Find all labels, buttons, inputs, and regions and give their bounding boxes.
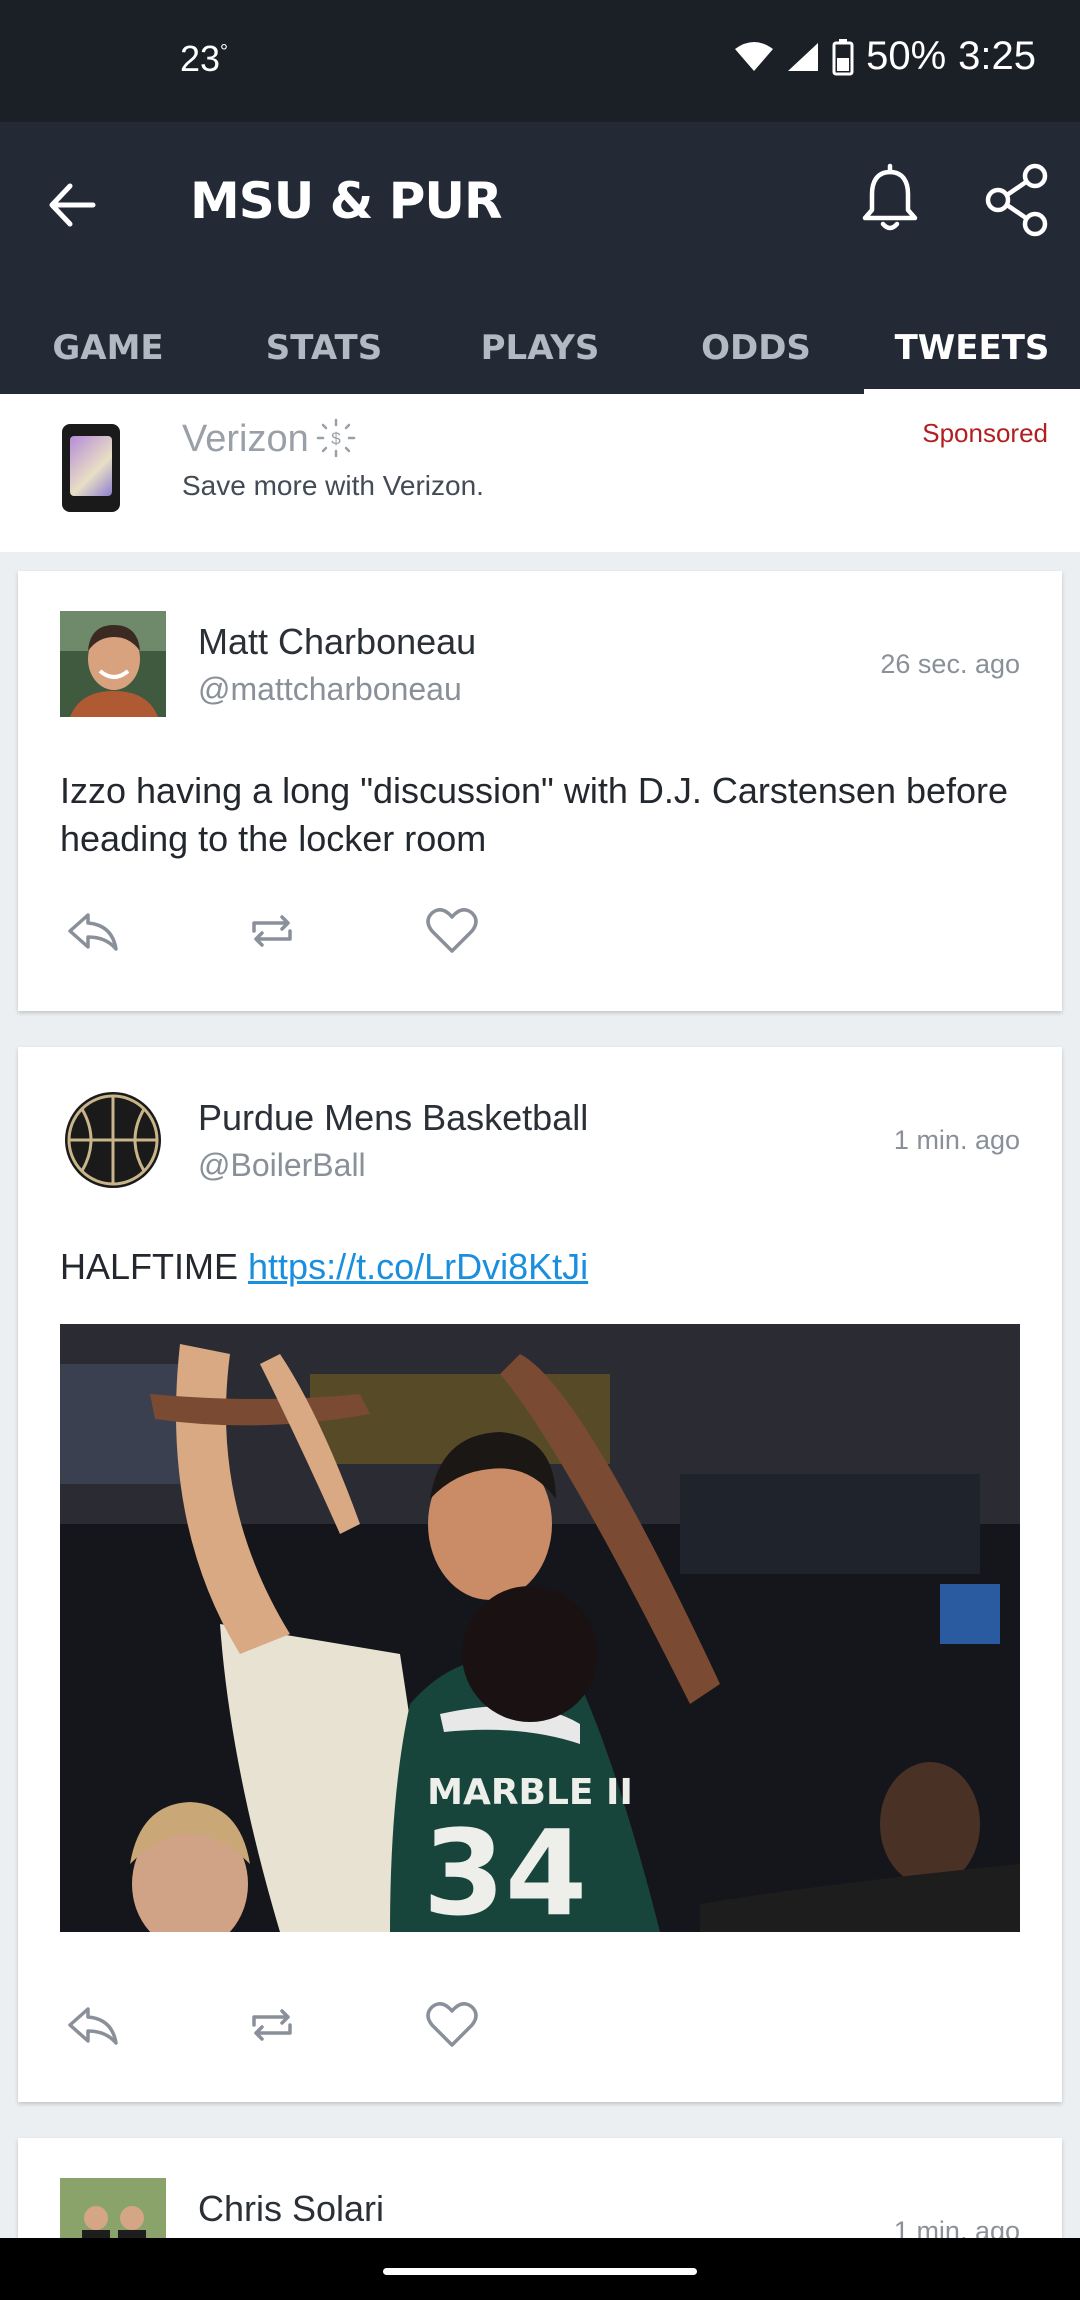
- page-title: MSU & PUR: [190, 172, 503, 230]
- like-button[interactable]: [420, 1995, 484, 2055]
- tab-stats[interactable]: STATS: [216, 302, 432, 394]
- tweet-card[interactable]: Purdue Mens Basketball @BoilerBall 1 min…: [18, 1047, 1062, 2102]
- jersey-name: MARBLE II: [427, 1772, 633, 1813]
- tab-bar: GAME STATS PLAYS ODDS TWEETS: [0, 302, 1080, 394]
- heart-icon: [426, 2002, 478, 2047]
- tweet-media-image[interactable]: 34 MARBLE II: [60, 1324, 1020, 1932]
- like-button[interactable]: [420, 901, 484, 961]
- tweet-card[interactable]: Matt Charboneau @mattcharboneau 26 sec. …: [18, 571, 1062, 1011]
- avatar[interactable]: [60, 611, 166, 717]
- tweet-timestamp: 1 min. ago: [893, 1125, 1020, 1155]
- tweet-timestamp: 26 sec. ago: [880, 649, 1020, 679]
- status-icons: 50% 3:25: [734, 34, 1036, 79]
- ad-description: Save more with Verizon.: [182, 470, 484, 501]
- tab-plays[interactable]: PLAYS: [432, 302, 648, 394]
- retweet-button[interactable]: [240, 901, 304, 961]
- jersey-number: 34: [423, 1804, 587, 1932]
- ad-phone-image: [62, 424, 120, 512]
- bell-icon: [862, 163, 918, 231]
- battery-percent: 50%: [866, 34, 947, 78]
- reply-icon: [68, 913, 118, 951]
- notifications-button[interactable]: [855, 160, 925, 240]
- tweet-actions: [60, 1995, 560, 2055]
- share-button[interactable]: [980, 160, 1055, 240]
- weather-temp: 23°: [180, 38, 229, 79]
- back-arrow-icon: [49, 183, 96, 227]
- author-name: Chris Solari: [198, 2188, 385, 2229]
- profile-photo: [60, 611, 166, 717]
- author-name: Purdue Mens Basketball: [198, 1097, 589, 1138]
- status-bar: 23° 50% 3:25: [0, 0, 1080, 122]
- sponsored-ad[interactable]: Verizon $ Save more with Verizon. Sponso…: [0, 394, 1080, 552]
- system-navigation-bar: [0, 2238, 1080, 2300]
- retweet-button[interactable]: [240, 1995, 304, 2055]
- clock: 3:25: [958, 34, 1036, 78]
- wifi-icon: [735, 41, 774, 71]
- retweet-icon: [252, 915, 292, 947]
- author-handle: @mattcharboneau: [198, 671, 462, 707]
- author-handle: @BoilerBall: [198, 1147, 366, 1183]
- reply-button[interactable]: [60, 1995, 124, 2055]
- ad-advertiser: Verizon: [182, 418, 309, 460]
- cell-signal-icon: [788, 42, 819, 71]
- sponsored-label: Sponsored: [922, 418, 1048, 448]
- basketball-photo: 34 MARBLE II: [60, 1324, 1020, 1932]
- tweet-text-body: HALFTIME: [60, 1246, 239, 1287]
- ad-dollar-icon: $: [316, 418, 356, 458]
- back-button[interactable]: [38, 170, 108, 240]
- tweet-text: HALFTIME https://t.co/LrDvi8KtJi: [60, 1243, 1022, 1291]
- home-gesture-handle[interactable]: [383, 2268, 697, 2275]
- share-icon: [985, 163, 1048, 237]
- tweet-text: Izzo having a long "discussion" with D.J…: [60, 770, 1009, 859]
- tab-tweets[interactable]: TWEETS: [864, 302, 1080, 394]
- basketball-logo: [60, 1087, 166, 1193]
- tab-game[interactable]: GAME: [0, 302, 216, 394]
- tweet-actions: [60, 901, 560, 961]
- avatar[interactable]: [60, 1087, 166, 1193]
- tweet-link[interactable]: https://t.co/LrDvi8KtJi: [248, 1246, 588, 1287]
- tab-odds[interactable]: ODDS: [648, 302, 864, 394]
- retweet-icon: [252, 2009, 292, 2041]
- reply-icon: [68, 2007, 118, 2045]
- svg-text:$: $: [331, 429, 341, 448]
- reply-button[interactable]: [60, 901, 124, 961]
- author-name: Matt Charboneau: [198, 621, 477, 662]
- heart-icon: [426, 908, 478, 953]
- battery-icon: [832, 38, 854, 75]
- app-bar: MSU & PUR GAME STATS PLAYS ODDS TWEETS: [0, 122, 1080, 394]
